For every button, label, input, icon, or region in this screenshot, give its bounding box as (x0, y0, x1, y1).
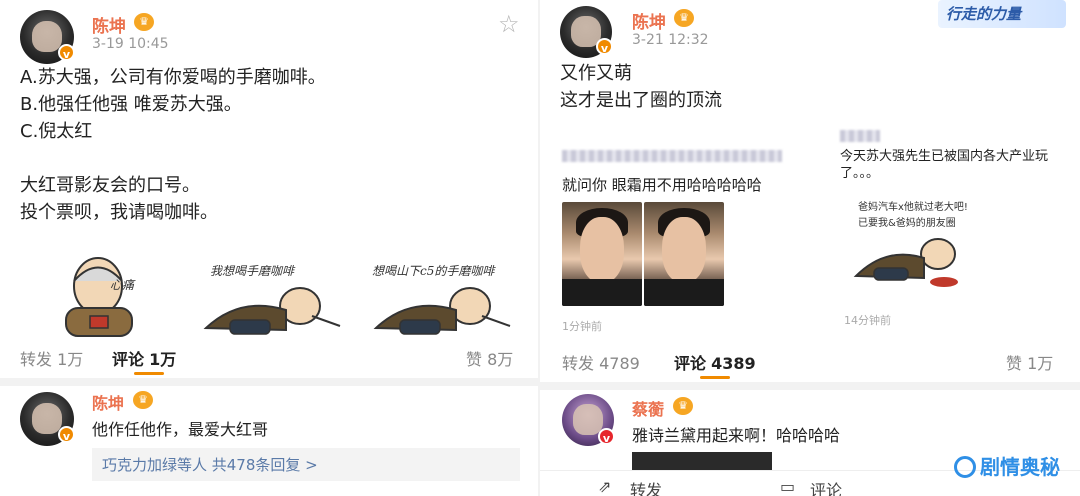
repost-icon[interactable]: ⇗ (598, 477, 611, 496)
verified-badge-icon: v (596, 38, 613, 55)
crown-icon: ♛ (134, 13, 154, 31)
like-stat[interactable]: 赞 1万 (1006, 350, 1053, 374)
brand-watermark: 剧情奥秘 (954, 451, 1060, 480)
bottom-repost-button[interactable]: 转发 (630, 477, 662, 496)
comment-count: 4389 (711, 354, 756, 373)
post-image-2-caption: 我想喝手磨咖啡 (210, 264, 295, 278)
commenter-name[interactable]: 陈坤 (92, 390, 124, 414)
post-image-3[interactable] (370, 276, 520, 338)
embed-2-text: 今天苏大强先生已被国内各大产业玩了。。。 (840, 149, 1049, 181)
like-stat[interactable]: 赞 8万 (466, 346, 513, 370)
commenter-name[interactable]: 蔡蘅 (632, 396, 664, 420)
section-divider (540, 382, 1080, 390)
repost-stat[interactable]: 转发 1万 (20, 346, 83, 370)
blurred-username (840, 130, 880, 142)
post-text: 又作又萌 这才是出了圈的顶流 (560, 63, 722, 111)
comment-text: 雅诗兰黛用起来啊！哈哈哈哈 (632, 426, 841, 445)
embed-1-photo-2[interactable] (644, 202, 724, 306)
embed-2-caption-1: 爸妈汽车x他就过老大吧! (858, 202, 968, 213)
more-replies-link[interactable]: 巧克力加绿等人 共478条回复 > (92, 448, 520, 481)
right-weibo-panel: 行走的力量 v 陈坤 ♛ 3-21 12:32 又作又萌 这才是出了圈的顶流 就… (540, 0, 1080, 496)
post-image-3-caption: 想喝山下c5的手磨咖啡 (372, 264, 495, 278)
author-name[interactable]: 陈坤 (92, 12, 126, 37)
section-divider (0, 378, 540, 386)
repost-count: 4789 (599, 354, 640, 373)
embed-1-photo-1[interactable] (562, 202, 642, 306)
comment-label: 评论 (674, 354, 707, 373)
brand-icon (954, 456, 976, 478)
embed-2-caption-2: 已要我&爸妈的朋友圈 (858, 218, 956, 229)
repost-label: 转发 (20, 350, 53, 369)
crown-icon: ♛ (133, 391, 153, 409)
active-tab-underline (134, 372, 164, 375)
comment-stat[interactable]: 评论 1万 (112, 346, 176, 370)
comment-stat[interactable]: 评论 4389 (674, 350, 756, 374)
verified-badge-icon: v (58, 426, 75, 443)
like-label: 赞 (1006, 354, 1023, 373)
repost-count: 1万 (57, 350, 84, 369)
post-text: A.苏大强，公司有你爱喝的手磨咖啡。 B.他强任他强 唯爱苏大强。 C.倪太红 … (20, 67, 326, 223)
left-weibo-panel: v 陈坤 ♛ 3-19 10:45 ☆ A.苏大强，公司有你爱喝的手磨咖啡。 B… (0, 0, 540, 496)
embed-1-time: 1分钟前 (562, 320, 602, 333)
bottom-comment-button[interactable]: 评论 (810, 477, 842, 496)
blurred-username (562, 150, 782, 162)
comment-text: 他作任他作，最爱大红哥 (92, 420, 269, 439)
post-image-1[interactable] (40, 246, 170, 338)
post-image-1-caption: 心痛 (110, 278, 135, 292)
like-label: 赞 (466, 350, 483, 369)
repost-label: 转发 (562, 354, 595, 373)
crown-icon: ♛ (673, 397, 693, 415)
comment-icon[interactable]: ▭ (780, 477, 795, 496)
post-time: 3-19 10:45 (92, 36, 169, 52)
top-badge: 行走的力量 (938, 0, 1066, 28)
crown-icon: ♛ (674, 9, 694, 27)
verified-badge-icon: v (58, 44, 75, 61)
brand-text: 剧情奥秘 (980, 455, 1060, 479)
reply-image-thumbnail[interactable] (632, 452, 772, 470)
author-name[interactable]: 陈坤 (632, 8, 666, 33)
like-count: 8万 (487, 350, 514, 369)
post-image-2[interactable] (200, 276, 350, 338)
post-time: 3-21 12:32 (632, 32, 709, 48)
embed-1-text: 就问你 眼霜用不用哈哈哈哈哈 (562, 176, 762, 194)
star-icon[interactable]: ☆ (498, 10, 520, 38)
comment-count: 1万 (149, 350, 177, 369)
active-tab-underline (700, 376, 730, 379)
repost-stat[interactable]: 转发 4789 (562, 350, 640, 374)
comment-label: 评论 (112, 350, 145, 369)
embed-2-time: 14分钟前 (844, 314, 891, 327)
verified-badge-icon: v (598, 428, 615, 445)
embed-2-cartoon[interactable] (852, 232, 972, 292)
like-count: 1万 (1027, 354, 1054, 373)
